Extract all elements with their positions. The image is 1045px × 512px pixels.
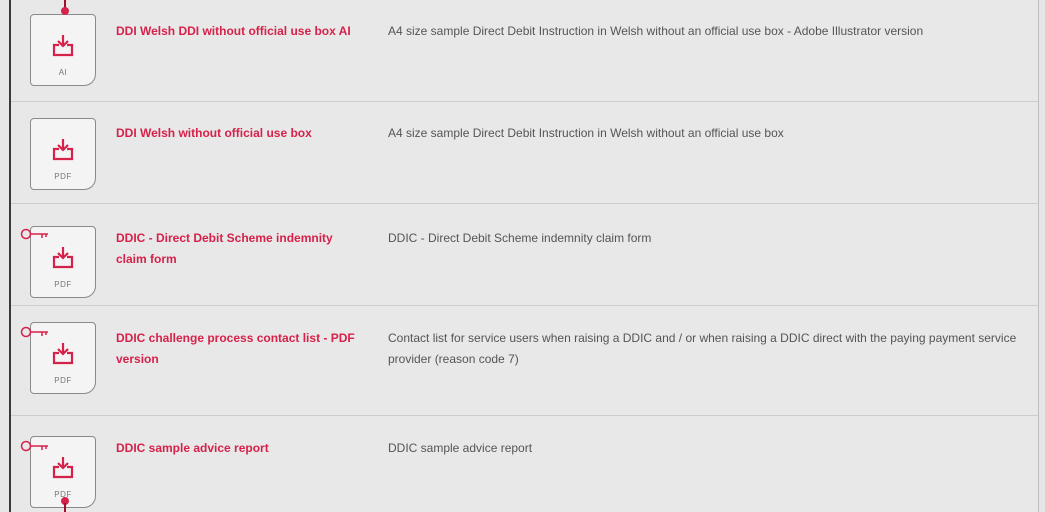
file-type-label: PDF bbox=[54, 280, 72, 289]
list-item: PDF DDI Welsh without official use box A… bbox=[11, 102, 1038, 204]
list-item: PDF DDIC sample advice report DDIC sampl… bbox=[11, 416, 1038, 512]
document-description: A4 size sample Direct Debit Instruction … bbox=[388, 126, 784, 140]
annotation-line-bottom bbox=[64, 503, 66, 512]
annotation-dot-top bbox=[61, 7, 69, 15]
list-item: PDF DDIC challenge process contact list … bbox=[11, 306, 1038, 416]
document-title-link[interactable]: DDIC challenge process contact list - PD… bbox=[116, 328, 366, 370]
file-download-button[interactable]: AI bbox=[30, 14, 96, 86]
download-icon bbox=[52, 139, 74, 161]
document-description: DDIC sample advice report bbox=[388, 441, 533, 455]
list-item: AI DDI Welsh DDI without official use bo… bbox=[11, 0, 1038, 102]
document-description: DDIC - Direct Debit Scheme indemnity cla… bbox=[388, 231, 652, 245]
document-description: A4 size sample Direct Debit Instruction … bbox=[388, 24, 924, 38]
download-icon bbox=[52, 457, 74, 479]
document-description: Contact list for service users when rais… bbox=[388, 331, 1017, 366]
document-title-link[interactable]: DDI Welsh DDI without official use box A… bbox=[116, 21, 366, 42]
file-type-label: PDF bbox=[54, 376, 72, 385]
key-icon bbox=[20, 440, 48, 452]
download-icon bbox=[52, 343, 74, 365]
file-type-label: PDF bbox=[54, 172, 72, 181]
list-item: PDF DDIC - Direct Debit Scheme indemnity… bbox=[11, 204, 1038, 306]
document-list: AI DDI Welsh DDI without official use bo… bbox=[9, 0, 1039, 512]
key-icon bbox=[20, 228, 48, 240]
file-type-label: AI bbox=[58, 68, 68, 77]
key-icon bbox=[20, 326, 48, 338]
document-title-link[interactable]: DDIC - Direct Debit Scheme indemnity cla… bbox=[116, 228, 366, 270]
document-title-link[interactable]: DDIC sample advice report bbox=[116, 438, 366, 459]
document-title-link[interactable]: DDI Welsh without official use box bbox=[116, 123, 366, 144]
download-icon bbox=[52, 247, 74, 269]
download-icon bbox=[52, 35, 74, 57]
file-download-button[interactable]: PDF bbox=[30, 118, 96, 190]
